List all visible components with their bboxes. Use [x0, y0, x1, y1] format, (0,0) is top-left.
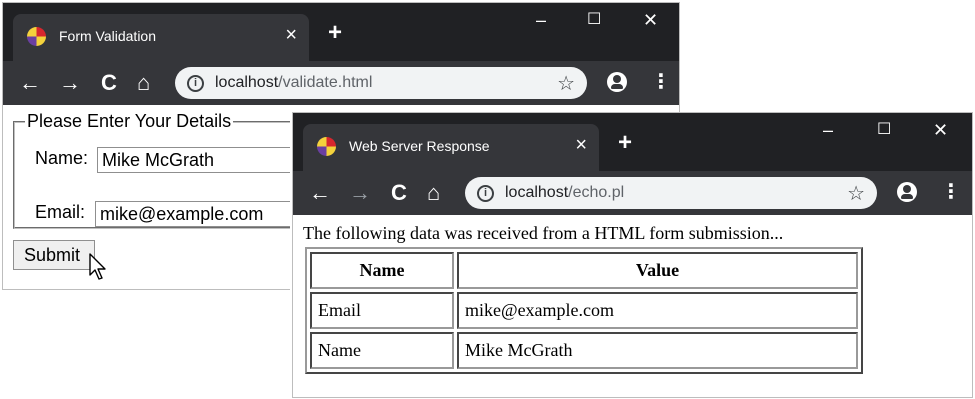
minimize-button[interactable]: – [823, 119, 833, 141]
minimize-button[interactable]: – [536, 9, 546, 31]
new-tab-button[interactable]: + [618, 131, 632, 155]
menu-kebab-icon[interactable]: ⋮ [651, 71, 671, 93]
address-bar[interactable]: i localhost/echo.pl ☆ [465, 177, 877, 209]
submit-button[interactable]: Submit [13, 240, 95, 270]
table-header-row: Name Value [310, 252, 858, 289]
tab-title: Form Validation [59, 28, 157, 44]
account-icon[interactable] [607, 72, 627, 92]
reload-icon[interactable]: C [391, 181, 407, 205]
email-label: Email: [35, 202, 86, 222]
maximize-button[interactable]: ☐ [587, 9, 601, 31]
forward-arrow-icon[interactable]: → [59, 71, 81, 95]
favicon-icon [317, 137, 336, 156]
url-host: localhost [215, 74, 279, 91]
close-window-button[interactable]: ✕ [643, 9, 658, 31]
account-icon[interactable] [897, 182, 917, 202]
mouse-cursor-icon [89, 253, 106, 280]
title-bar: Web Server Response × + – ☐ ✕ [293, 113, 972, 171]
home-icon[interactable]: ⌂ [137, 71, 150, 95]
bookmark-star-icon[interactable]: ☆ [557, 71, 575, 96]
table-cell: Name [310, 332, 454, 369]
header-value: Value [457, 252, 858, 289]
fieldset-legend: Please Enter Your Details [27, 111, 232, 131]
tab-form-validation[interactable]: Form Validation × [13, 14, 309, 61]
toolbar: ← → C ⌂ i localhost/echo.pl ☆ ⋮ [293, 171, 972, 215]
bookmark-star-icon[interactable]: ☆ [847, 181, 865, 206]
page-content: The following data was received from a H… [293, 215, 972, 397]
email-input[interactable] [95, 201, 295, 227]
back-arrow-icon[interactable]: ← [309, 181, 331, 205]
reload-icon[interactable]: C [101, 71, 117, 95]
new-tab-button[interactable]: + [328, 21, 342, 45]
table-cell: Email [310, 292, 454, 329]
web-server-response-window: Web Server Response × + – ☐ ✕ ← → C ⌂ i … [292, 112, 973, 398]
name-input[interactable] [97, 147, 297, 173]
url-path: /echo.pl [568, 184, 625, 201]
response-table: Name Value Email mike@example.com Name M… [305, 247, 863, 374]
tab-close-icon[interactable]: × [285, 24, 297, 46]
back-arrow-icon[interactable]: ← [19, 71, 41, 95]
toolbar: ← → C ⌂ i localhost/validate.html ☆ ⋮ [3, 61, 679, 105]
forward-arrow-icon[interactable]: → [349, 181, 371, 205]
tab-web-server-response[interactable]: Web Server Response × [303, 124, 599, 171]
address-bar[interactable]: i localhost/validate.html ☆ [175, 67, 587, 99]
table-cell: Mike McGrath [457, 332, 858, 369]
info-icon[interactable]: i [187, 75, 204, 92]
tab-close-icon[interactable]: × [575, 134, 587, 156]
home-icon[interactable]: ⌂ [427, 181, 440, 205]
url-text: localhost/echo.pl [505, 184, 624, 202]
url-text: localhost/validate.html [215, 74, 372, 92]
header-name: Name [310, 252, 454, 289]
info-icon[interactable]: i [477, 185, 494, 202]
close-window-button[interactable]: ✕ [933, 119, 948, 141]
table-row: Email mike@example.com [310, 292, 858, 329]
table-cell: mike@example.com [457, 292, 858, 329]
table-row: Name Mike McGrath [310, 332, 858, 369]
url-host: localhost [505, 184, 569, 201]
name-label: Name: [35, 148, 89, 168]
url-path: /validate.html [278, 74, 373, 91]
title-bar: Form Validation × + – ☐ ✕ [3, 3, 679, 61]
tab-title: Web Server Response [349, 138, 490, 154]
maximize-button[interactable]: ☐ [877, 119, 891, 141]
menu-kebab-icon[interactable]: ⋮ [941, 181, 961, 203]
favicon-icon [27, 27, 46, 46]
response-message: The following data was received from a H… [303, 223, 784, 243]
